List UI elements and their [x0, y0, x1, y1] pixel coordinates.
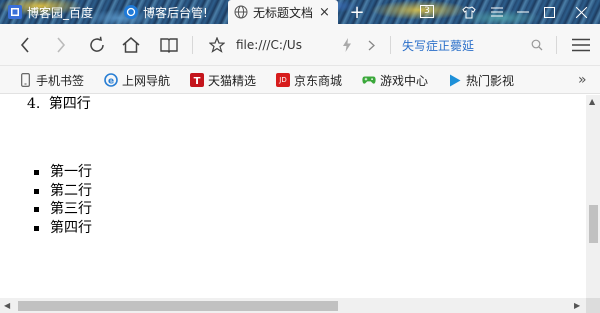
- hamburger-menu-icon[interactable]: [568, 24, 594, 66]
- forward-icon[interactable]: [48, 24, 74, 66]
- tab-untitled[interactable]: 无标题文档 ×: [228, 0, 338, 24]
- vertical-scrollbar[interactable]: ▲: [586, 95, 600, 298]
- svg-text:T: T: [194, 76, 201, 85]
- tab-label: 无标题文档: [253, 5, 314, 20]
- lightning-icon[interactable]: [334, 24, 360, 66]
- bookmark-nav[interactable]: e 上网导航: [104, 66, 170, 94]
- gamepad-icon: [362, 73, 376, 87]
- reading-mode-icon[interactable]: [156, 24, 182, 66]
- blog-favicon-icon: [124, 5, 138, 19]
- bookmark-label: 京东商城: [294, 73, 343, 88]
- navigation-bar: file:///C:/Us 失写症正薨延: [0, 24, 600, 66]
- tab-label: 博客后台管!: [143, 5, 208, 20]
- square-bullet: [34, 207, 39, 212]
- maximize-icon[interactable]: [536, 0, 562, 24]
- scroll-right-arrow-icon[interactable]: ▶: [574, 301, 580, 310]
- bookmarks-more-icon[interactable]: »: [578, 66, 587, 94]
- close-window-icon[interactable]: [568, 0, 594, 24]
- search-input[interactable]: 失写症正薨延: [402, 37, 474, 54]
- tmall-icon: T: [190, 73, 204, 87]
- list-item: 第四行: [34, 219, 92, 238]
- ordered-item-text: 第四行: [48, 96, 91, 112]
- tab-baidu[interactable]: 博客园_百度: [8, 0, 112, 24]
- globe-icon: [234, 5, 248, 19]
- menu-lines-icon[interactable]: [484, 0, 510, 24]
- horizontal-scrollbar[interactable]: ◀ ▶: [0, 298, 586, 313]
- bookmark-tmall[interactable]: T 天猫精选: [190, 66, 256, 94]
- bookmark-videos[interactable]: 热门影视: [448, 66, 514, 94]
- bookmark-label: 手机书签: [36, 73, 85, 88]
- bookmark-games[interactable]: 游戏中心: [362, 66, 428, 94]
- bookmark-label: 热门影视: [466, 73, 515, 88]
- scroll-up-arrow-icon[interactable]: ▲: [589, 97, 595, 106]
- bookmark-mobile[interactable]: 手机书签: [18, 66, 84, 94]
- phone-icon: [18, 73, 32, 87]
- svg-text:e: e: [108, 77, 114, 87]
- address-url[interactable]: file:///C:/Us: [236, 38, 302, 52]
- bookmarks-bar: 手机书签 e 上网导航 T 天猫精选 JD 京东商城 游戏中心 热门影视 »: [0, 66, 600, 94]
- scroll-left-arrow-icon[interactable]: ◀: [4, 301, 10, 310]
- play-icon: [448, 73, 462, 87]
- tab-count-badge[interactable]: 3: [420, 5, 434, 18]
- list-item-text: 第四行: [50, 219, 92, 236]
- divider: [390, 36, 391, 54]
- square-bullet: [34, 225, 39, 231]
- horizontal-scroll-thumb[interactable]: [18, 301, 338, 311]
- vertical-scroll-thumb[interactable]: [589, 205, 598, 243]
- jd-icon: JD: [276, 73, 290, 87]
- shirt-skin-icon[interactable]: [456, 0, 482, 24]
- ordered-list-item: 4. 第四行: [27, 95, 91, 113]
- back-icon[interactable]: [12, 24, 38, 66]
- minimize-icon[interactable]: [510, 0, 536, 24]
- chevron-right-icon[interactable]: [358, 24, 384, 66]
- new-tab-button[interactable]: +: [344, 0, 370, 24]
- tab-label: 博客园_百度: [27, 5, 94, 20]
- bookmark-label: 上网导航: [122, 73, 171, 88]
- scrollbar-corner: [586, 298, 600, 313]
- list-item-text: 第一行: [50, 164, 92, 180]
- list-item: 第二行: [34, 182, 92, 201]
- list-item-text: 第三行: [50, 201, 92, 217]
- tab-blog-admin[interactable]: 博客后台管!: [124, 0, 222, 24]
- bookmark-jd[interactable]: JD 京东商城: [276, 66, 342, 94]
- bookmark-label: 天猫精选: [208, 73, 257, 88]
- divider: [192, 36, 193, 54]
- list-item: 第三行: [34, 200, 92, 219]
- divider: [556, 36, 557, 54]
- square-bullet: [34, 188, 39, 194]
- page-content: 4. 第四行 第一行 第二行 第三行 第四行: [0, 95, 586, 298]
- unordered-list: 第一行 第二行 第三行 第四行: [34, 163, 92, 237]
- baidu-favicon-icon: [8, 5, 22, 19]
- square-bullet: [34, 170, 39, 175]
- ordered-item-number: 4.: [27, 96, 41, 112]
- star-bookmark-icon[interactable]: [204, 24, 230, 66]
- home-icon[interactable]: [118, 24, 144, 66]
- refresh-icon[interactable]: [84, 24, 110, 66]
- list-item: 第一行: [34, 163, 92, 182]
- close-tab-icon[interactable]: ×: [319, 5, 330, 20]
- bookmark-label: 游戏中心: [380, 73, 429, 88]
- list-item-text: 第二行: [50, 182, 92, 199]
- search-icon[interactable]: [524, 24, 550, 66]
- ie-e-icon: e: [104, 73, 118, 87]
- tab-strip: 博客园_百度 博客后台管! 无标题文档 × + 3: [0, 0, 600, 24]
